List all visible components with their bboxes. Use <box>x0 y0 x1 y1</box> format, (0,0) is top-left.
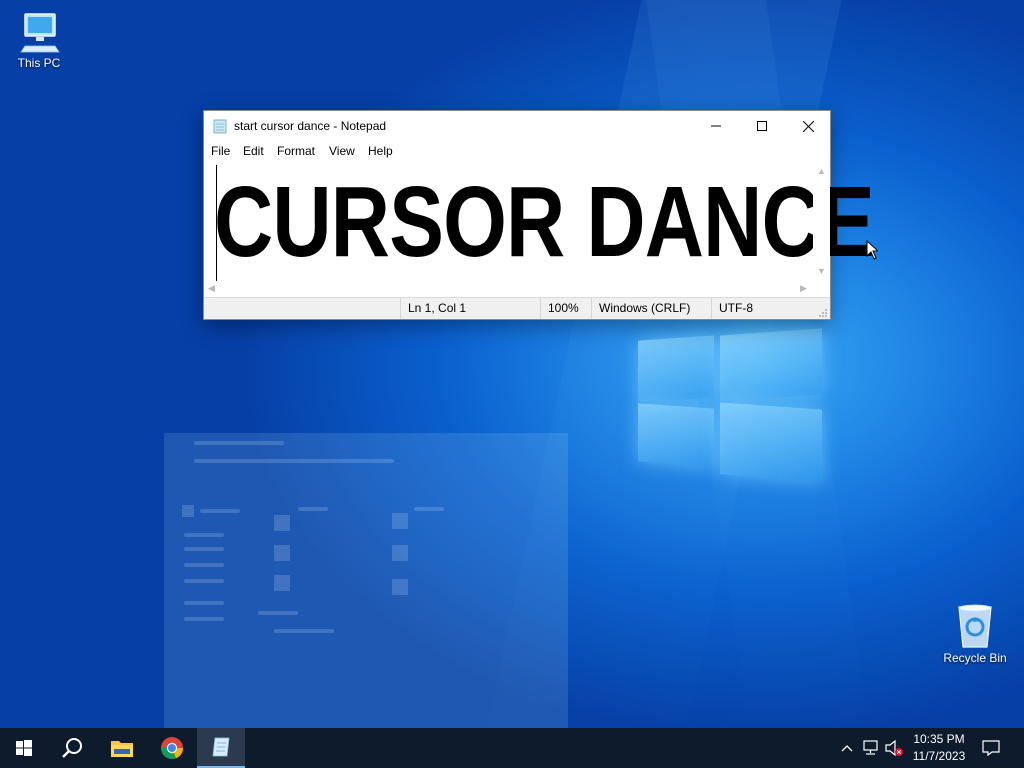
notepad-taskbar-button[interactable] <box>197 728 245 768</box>
ghost-line <box>184 579 224 583</box>
ghost-line <box>194 441 284 445</box>
status-zoom: 100% <box>540 298 591 319</box>
logo-pane <box>720 328 822 402</box>
ghost-line <box>184 533 224 537</box>
maximize-icon <box>757 121 767 131</box>
chrome-icon <box>161 737 184 760</box>
volume-button[interactable] <box>884 738 904 758</box>
menu-help[interactable]: Help <box>368 144 393 158</box>
ghost-line <box>414 507 444 511</box>
clock-time: 10:35 PM <box>913 732 965 746</box>
menu-edit[interactable]: Edit <box>243 144 264 158</box>
scroll-left-icon[interactable]: ◀ <box>208 284 215 293</box>
ghost-square <box>392 513 408 529</box>
chevron-up-icon <box>841 745 853 752</box>
resize-grip-icon[interactable] <box>818 307 828 317</box>
search-button[interactable] <box>48 728 96 768</box>
ghost-line <box>194 459 394 463</box>
document-text: CURSOR DANCE <box>214 166 875 278</box>
file-explorer-button[interactable] <box>98 728 146 768</box>
taskbar: 10:35 PM 11/7/2023 <box>0 728 1024 768</box>
start-icon <box>16 740 32 756</box>
ghost-line <box>274 629 334 633</box>
this-pc-icon <box>1 10 77 54</box>
volume-muted-icon <box>885 739 903 757</box>
ghost-window <box>164 433 568 728</box>
logo-pane <box>720 402 822 482</box>
ghost-square <box>274 575 290 591</box>
chrome-button[interactable] <box>148 728 196 768</box>
ghost-square <box>392 579 408 595</box>
start-button[interactable] <box>0 728 48 768</box>
notification-icon <box>982 740 1000 756</box>
ghost-line <box>184 601 224 605</box>
close-button[interactable] <box>785 111 831 141</box>
ghost-line <box>258 611 298 615</box>
desktop-icon-label: This PC <box>17 56 61 70</box>
windows-logo <box>636 318 826 483</box>
desktop: This PC Recycle Bin start cursor dance -… <box>0 0 1024 768</box>
desktop-icon-this-pc[interactable]: This PC <box>1 10 77 70</box>
logo-pane <box>638 403 714 467</box>
recycle-bin-icon <box>937 603 1013 649</box>
notepad-app-icon <box>212 118 228 134</box>
ghost-square <box>274 545 290 561</box>
scroll-up-icon[interactable]: ▲ <box>817 167 826 176</box>
search-icon <box>62 738 82 758</box>
status-position: Ln 1, Col 1 <box>400 298 540 319</box>
desktop-icon-label: Recycle Bin <box>943 651 1007 665</box>
ghost-line <box>200 509 240 513</box>
ghost-square <box>274 515 290 531</box>
close-icon <box>802 120 814 132</box>
notepad-window[interactable]: start cursor dance - Notepad File Edit F… <box>203 110 875 320</box>
action-center-button[interactable] <box>981 738 1001 758</box>
ghost-line <box>184 617 224 621</box>
text-editor[interactable]: CURSOR DANCE <box>204 161 875 294</box>
status-encoding: UTF-8 <box>711 298 811 319</box>
menu-format[interactable]: Format <box>277 144 315 158</box>
network-icon <box>863 740 878 755</box>
window-title: start cursor dance - Notepad <box>234 119 387 133</box>
desktop-icon-recycle-bin[interactable]: Recycle Bin <box>937 603 1013 665</box>
clock-date: 11/7/2023 <box>912 749 966 763</box>
status-line-ending: Windows (CRLF) <box>591 298 711 319</box>
show-hidden-icons-button[interactable] <box>837 738 857 758</box>
vertical-scrollbar[interactable]: ▲ ▼ <box>813 161 830 281</box>
maximize-button[interactable] <box>739 111 785 141</box>
title-bar[interactable]: start cursor dance - Notepad <box>204 111 830 141</box>
scroll-down-icon[interactable]: ▼ <box>817 267 826 276</box>
ghost-line <box>184 547 224 551</box>
clock[interactable]: 10:35 PM 11/7/2023 <box>906 731 972 765</box>
file-explorer-icon <box>111 741 133 757</box>
scroll-right-icon[interactable]: ▶ <box>800 284 807 293</box>
mouse-pointer-icon <box>866 240 878 260</box>
horizontal-scrollbar[interactable]: ◀ ▶ <box>204 281 813 296</box>
menu-view[interactable]: View <box>329 144 355 158</box>
ghost-line <box>184 563 224 567</box>
menu-bar: File Edit Format View Help <box>204 141 830 161</box>
menu-file[interactable]: File <box>211 144 230 158</box>
status-bar: Ln 1, Col 1 100% Windows (CRLF) UTF-8 <box>204 297 830 319</box>
ghost-square <box>392 545 408 561</box>
ghost-line <box>298 507 328 511</box>
ghost-square <box>182 505 194 517</box>
logo-pane <box>638 335 714 403</box>
notepad-icon <box>212 737 230 757</box>
minimize-icon <box>711 125 721 127</box>
minimize-button[interactable] <box>693 111 739 141</box>
network-button[interactable] <box>861 738 881 758</box>
